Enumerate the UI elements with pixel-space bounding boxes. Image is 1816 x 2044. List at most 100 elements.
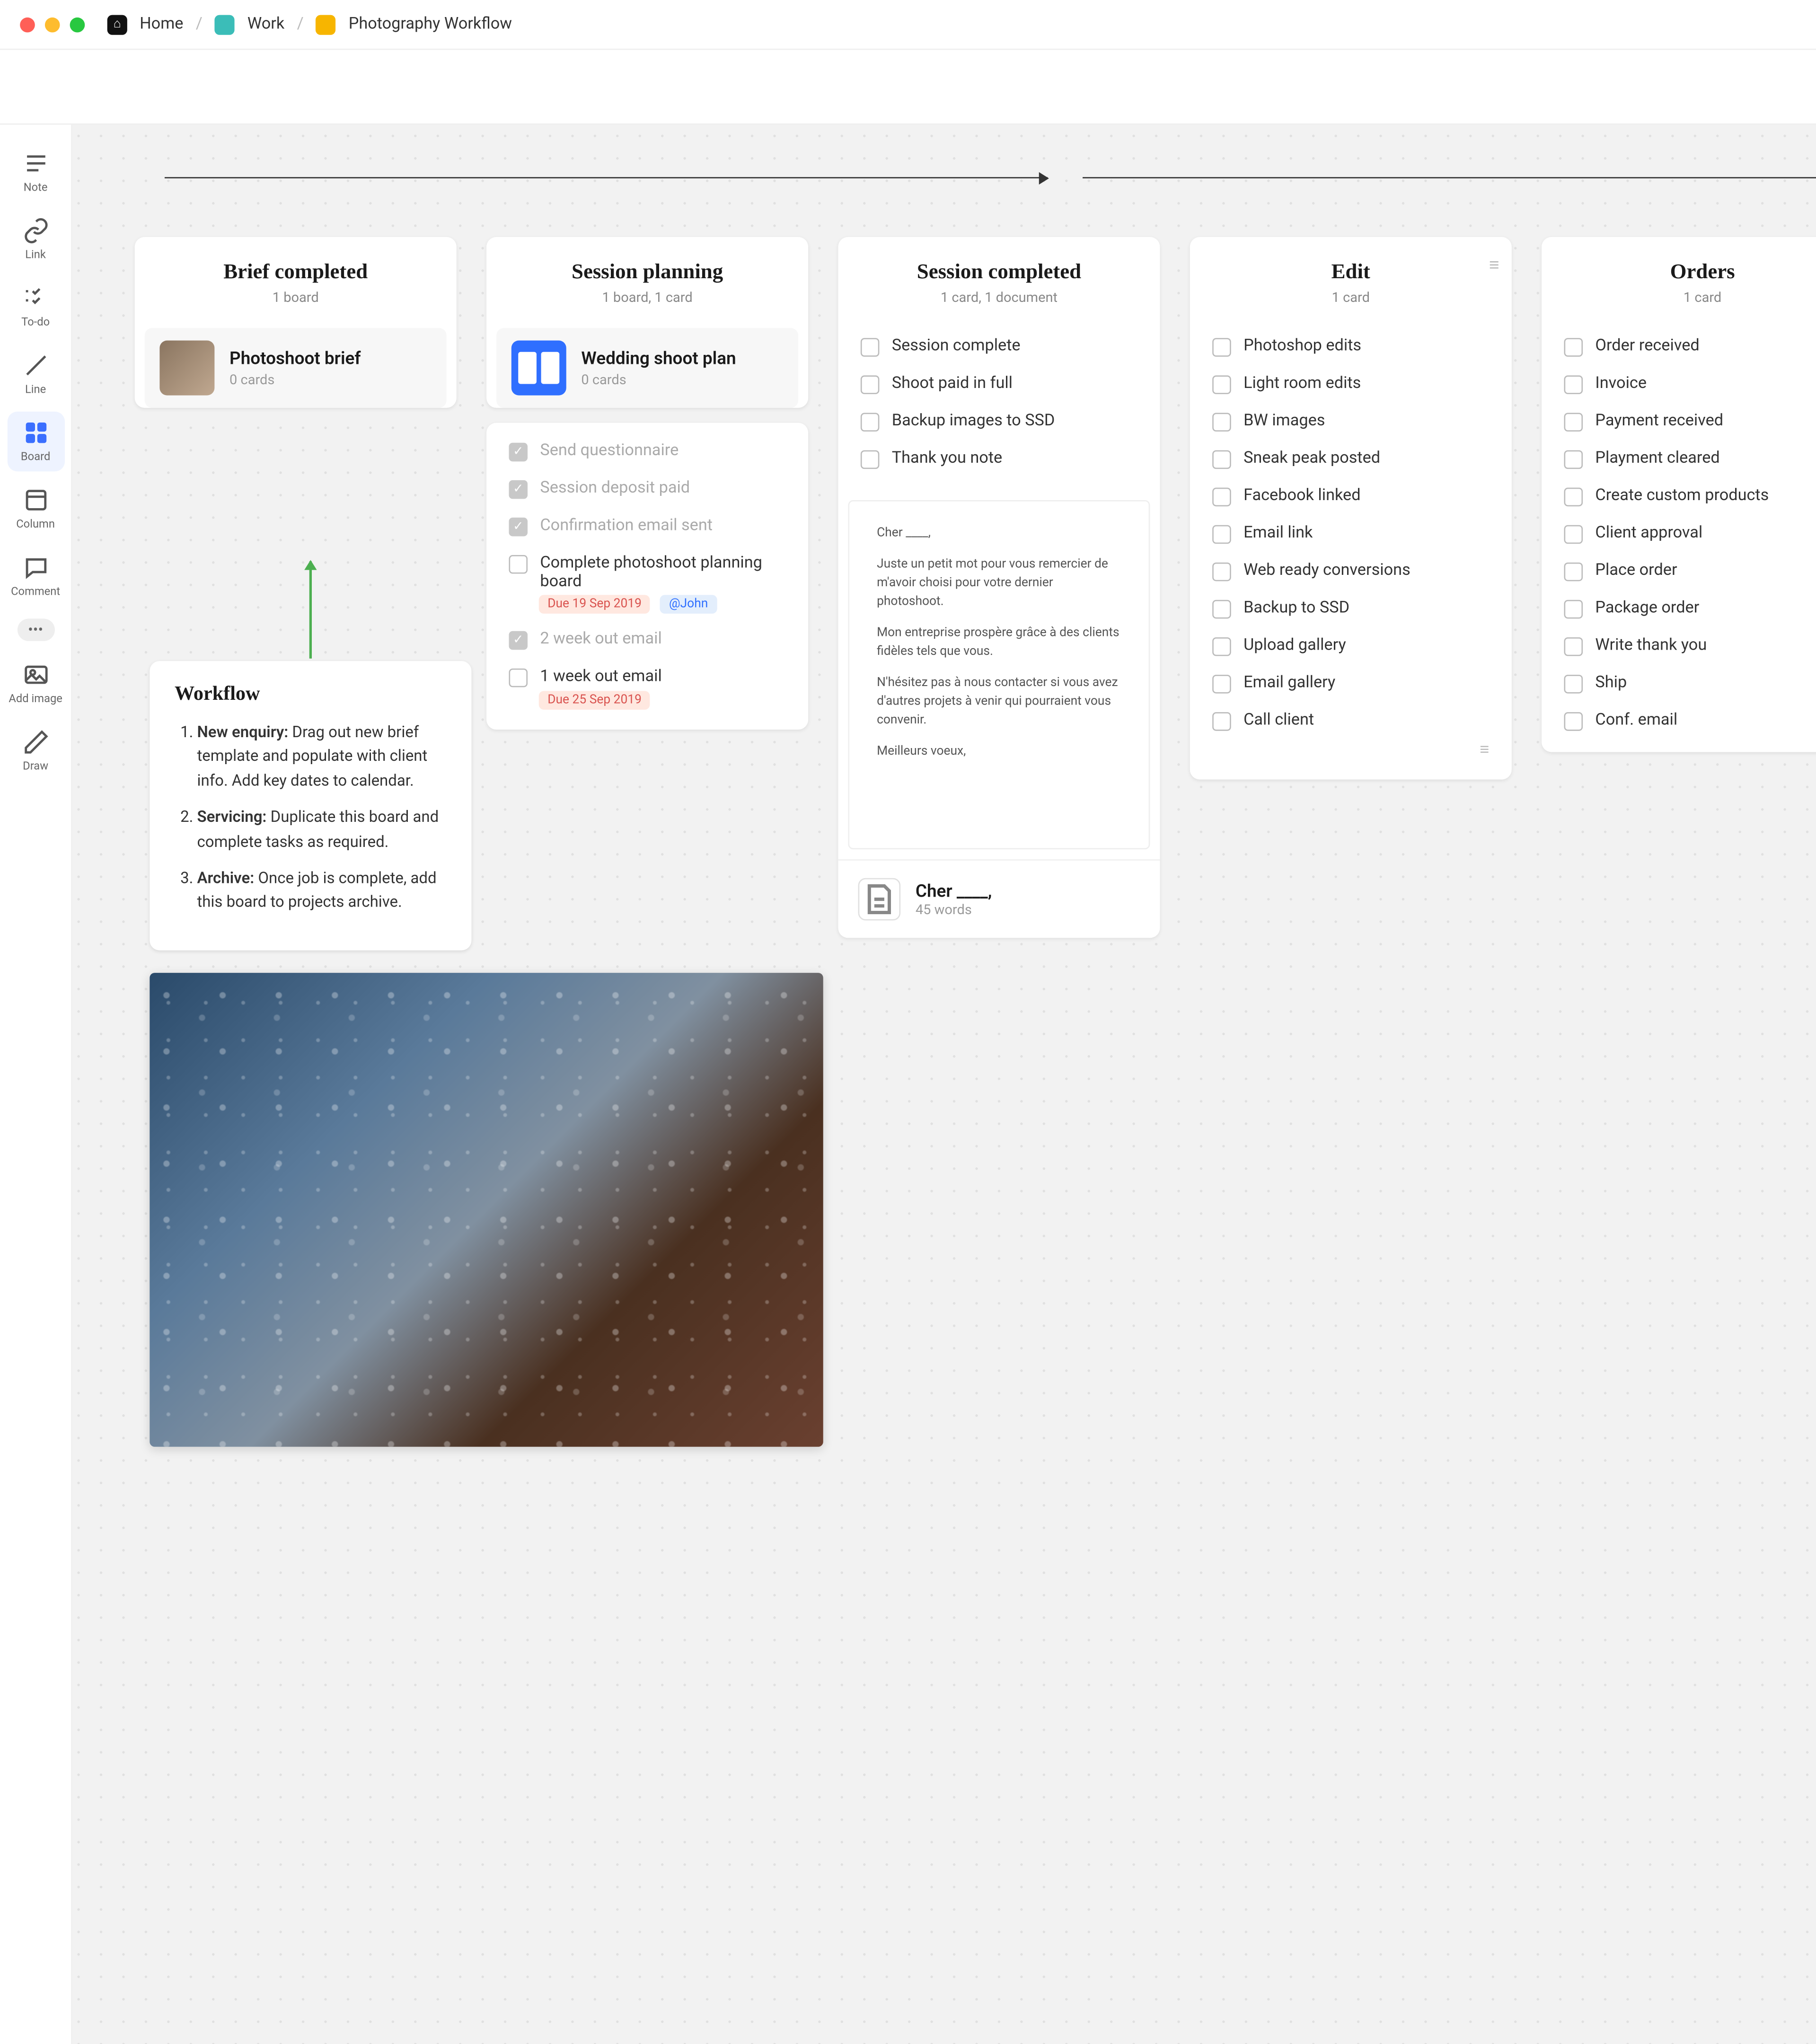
workflow-note[interactable]: Workflow New enquiry: Drag out new brief…: [150, 661, 471, 950]
task-item[interactable]: BW images: [1195, 403, 1507, 440]
task-item[interactable]: Send questionnaire: [492, 433, 803, 470]
task-item[interactable]: Complete photoshoot planning board: [492, 545, 803, 600]
canvas[interactable]: 0 Unsorted Brief completed1 boardPhotosh…: [72, 125, 1816, 2044]
board-column[interactable]: Brief completed1 boardPhotoshoot brief0 …: [135, 237, 457, 408]
crumb-work[interactable]: Work: [247, 15, 284, 34]
crumb-project[interactable]: Photography Workflow: [349, 15, 512, 34]
crumb-home[interactable]: Home: [140, 15, 183, 34]
checkbox[interactable]: [1212, 712, 1231, 731]
task-item[interactable]: Order received: [1547, 328, 1816, 365]
task-item[interactable]: Ship: [1547, 665, 1816, 702]
task-card[interactable]: Send questionnaireSession deposit paidCo…: [486, 423, 808, 730]
folder-icon[interactable]: [316, 14, 336, 34]
minimize-icon[interactable]: [45, 17, 60, 32]
task-item[interactable]: Call client: [1195, 702, 1507, 740]
task-item[interactable]: Thank you note: [843, 441, 1155, 478]
task-item[interactable]: Confirmation email sent: [492, 508, 803, 545]
checkbox[interactable]: [1212, 675, 1231, 694]
board-card[interactable]: Wedding shoot plan0 cards: [496, 328, 798, 408]
checkbox[interactable]: [1212, 450, 1231, 469]
tool-link[interactable]: Link: [7, 210, 64, 270]
tool-column[interactable]: Column: [7, 479, 64, 539]
tool-note[interactable]: Note: [7, 142, 64, 203]
task-item[interactable]: Email link: [1195, 515, 1507, 553]
checkbox[interactable]: [1564, 600, 1583, 619]
task-item[interactable]: Create custom products: [1547, 478, 1816, 515]
task-item[interactable]: Email gallery: [1195, 665, 1507, 702]
task-item[interactable]: Backup to SSD: [1195, 590, 1507, 627]
checkbox[interactable]: [509, 518, 528, 537]
tool-more[interactable]: •••: [17, 618, 54, 641]
task-item[interactable]: Web ready conversions: [1195, 553, 1507, 590]
task-item[interactable]: Place order: [1547, 553, 1816, 590]
maximize-icon[interactable]: [70, 17, 85, 32]
tool-board[interactable]: Board: [7, 412, 64, 472]
task-item[interactable]: Sneak peak posted: [1195, 441, 1507, 478]
task-item[interactable]: Shoot paid in full: [843, 365, 1155, 403]
checkbox[interactable]: [509, 631, 528, 650]
task-item[interactable]: Upload gallery: [1195, 627, 1507, 665]
task-item[interactable]: Write thank you: [1547, 627, 1816, 665]
checkbox[interactable]: [509, 555, 528, 574]
checkbox[interactable]: [1564, 637, 1583, 656]
checkbox[interactable]: [1564, 338, 1583, 357]
checkbox[interactable]: [1564, 563, 1583, 581]
task-menu-icon[interactable]: ≡: [1195, 740, 1507, 767]
board-column[interactable]: Orders1 cardOrder receivedInvoicePayment…: [1542, 237, 1816, 752]
task-item[interactable]: Invoice: [1547, 365, 1816, 403]
checkbox[interactable]: [861, 413, 880, 432]
checkbox[interactable]: [1564, 525, 1583, 544]
tool-todo[interactable]: To-do: [7, 277, 64, 337]
checkbox[interactable]: [861, 375, 880, 394]
checkbox[interactable]: [861, 338, 880, 357]
task-item[interactable]: Photoshop edits: [1195, 328, 1507, 365]
checkbox[interactable]: [861, 450, 880, 469]
board-column[interactable]: Session planning1 board, 1 cardWedding s…: [486, 237, 808, 408]
task-label: BW images: [1243, 412, 1325, 431]
close-icon[interactable]: [20, 17, 35, 32]
board-column[interactable]: Edit1 card≡Photoshop editsLight room edi…: [1190, 237, 1512, 780]
checkbox[interactable]: [1212, 488, 1231, 507]
checkbox[interactable]: [1212, 600, 1231, 619]
task-item[interactable]: Facebook linked: [1195, 478, 1507, 515]
tool-line[interactable]: Line: [7, 344, 64, 405]
tool-add-image[interactable]: Add image: [7, 653, 64, 714]
task-item[interactable]: Payment received: [1547, 403, 1816, 440]
checkbox[interactable]: [509, 480, 528, 499]
board-column[interactable]: Session completed1 card, 1 documentSessi…: [838, 237, 1160, 938]
task-item[interactable]: Backup images to SSD: [843, 403, 1155, 440]
checkbox[interactable]: [1212, 338, 1231, 357]
wedding-photo[interactable]: [150, 973, 823, 1447]
tool-comment[interactable]: Comment: [7, 546, 64, 607]
task-item[interactable]: Conf. email: [1547, 702, 1816, 740]
board-card[interactable]: Photoshoot brief0 cards: [145, 328, 447, 408]
task-item[interactable]: 1 week out email: [492, 659, 803, 696]
document-preview[interactable]: Cher ____,Juste un petit mot pour vous r…: [848, 500, 1150, 849]
checkbox[interactable]: [1212, 525, 1231, 544]
checkbox[interactable]: [1212, 563, 1231, 581]
task-item[interactable]: Package order: [1547, 590, 1816, 627]
assignee-pill[interactable]: @John: [661, 595, 717, 614]
task-item[interactable]: Session deposit paid: [492, 470, 803, 508]
task-item[interactable]: Playment cleared: [1547, 441, 1816, 478]
folder-icon[interactable]: [215, 14, 235, 34]
task-item[interactable]: Light room edits: [1195, 365, 1507, 403]
checkbox[interactable]: [1564, 450, 1583, 469]
checkbox[interactable]: [509, 669, 528, 687]
document-footer[interactable]: Cher ____,45 words: [838, 859, 1160, 938]
checkbox[interactable]: [1212, 637, 1231, 656]
checkbox[interactable]: [1564, 488, 1583, 507]
checkbox[interactable]: [1564, 675, 1583, 694]
task-item[interactable]: 2 week out email: [492, 621, 803, 659]
home-icon[interactable]: ⌂: [107, 14, 127, 34]
checkbox[interactable]: [1212, 413, 1231, 432]
column-menu-icon[interactable]: ≡: [1489, 255, 1499, 276]
checkbox[interactable]: [1564, 413, 1583, 432]
checkbox[interactable]: [1564, 375, 1583, 394]
checkbox[interactable]: [1564, 712, 1583, 731]
task-item[interactable]: Client approval: [1547, 515, 1816, 553]
tool-draw[interactable]: Draw: [7, 721, 64, 781]
task-item[interactable]: Session complete: [843, 328, 1155, 365]
checkbox[interactable]: [1212, 375, 1231, 394]
checkbox[interactable]: [509, 443, 528, 462]
